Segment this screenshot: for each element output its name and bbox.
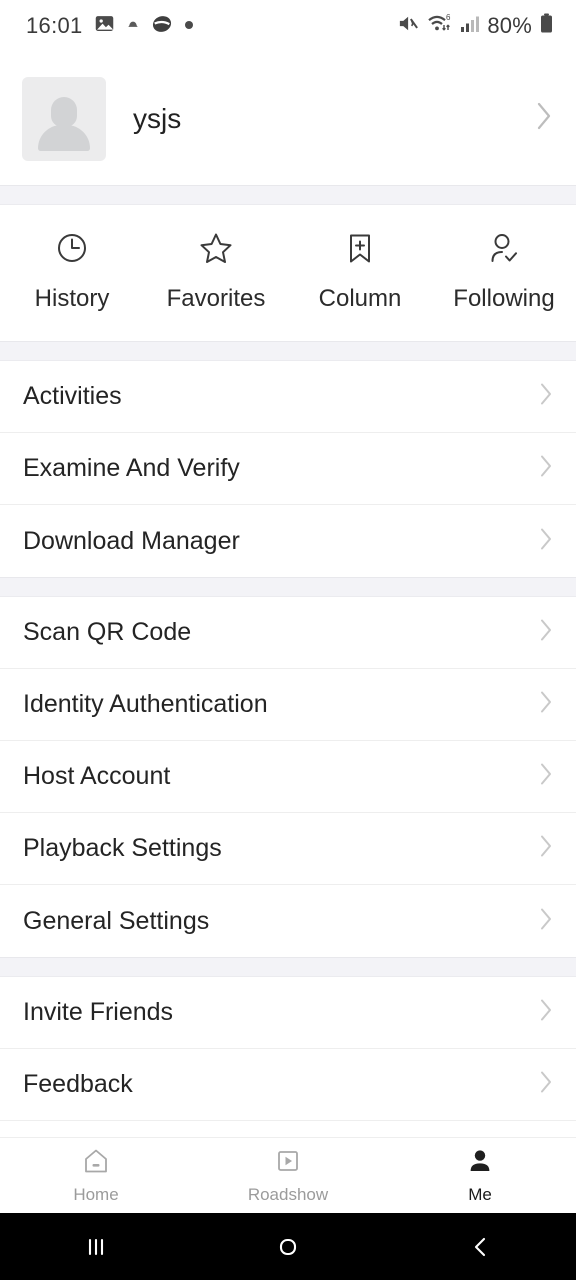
- home-icon: [82, 1146, 110, 1176]
- menu-row-examine-and-verify[interactable]: Examine And Verify: [0, 433, 576, 505]
- section-gap-3: [0, 577, 576, 597]
- menu-row-host-account[interactable]: Host Account: [0, 741, 576, 813]
- menu-row-label: Host Account: [23, 762, 171, 790]
- menu-row-feedback[interactable]: Feedback: [0, 1049, 576, 1121]
- status-bar-clock: 16:01: [26, 13, 83, 38]
- tab-me[interactable]: Me: [384, 1146, 576, 1205]
- menu-row-general-settings[interactable]: General Settings: [0, 885, 576, 957]
- chevron-right-icon: [538, 905, 554, 938]
- recents-icon[interactable]: [0, 1232, 192, 1262]
- chevron-right-icon: [538, 452, 554, 485]
- profile-header[interactable]: ysjs: [0, 52, 576, 185]
- tab-roadshow[interactable]: Roadshow: [192, 1146, 384, 1205]
- star-icon: [198, 231, 234, 265]
- wifi-6-icon: 6: [427, 12, 453, 40]
- oval-app-icon: [151, 13, 173, 40]
- person-filled-icon: [466, 1146, 494, 1176]
- chevron-right-icon: [538, 525, 554, 558]
- tab-label: Roadshow: [247, 1185, 329, 1204]
- status-bar-left: 16:01: [26, 13, 194, 40]
- chevron-right-icon: [538, 380, 554, 413]
- menu-row-download-manager[interactable]: Download Manager: [0, 505, 576, 577]
- person-check-icon: [486, 231, 522, 265]
- profile-username: ysjs: [133, 102, 182, 134]
- menu-row-label: Feedback: [23, 1070, 133, 1098]
- status-bar-right: 6 80%: [397, 12, 554, 40]
- chevron-right-icon: [538, 616, 554, 649]
- tab-label: Me: [468, 1185, 492, 1204]
- home-circle-icon[interactable]: [192, 1232, 384, 1262]
- menu-group-1: Activities Examine And Verify Download M…: [0, 361, 576, 577]
- quick-actions-row: History Favorites Column Following: [0, 205, 576, 341]
- phone-screen: 16:01 6 80% ysjs History Favorites Colum…: [0, 0, 576, 1280]
- section-gap-1: [0, 185, 576, 205]
- chevron-right-icon: [538, 996, 554, 1029]
- menu-group-3: Invite Friends Feedback Language Follow …: [0, 977, 576, 1147]
- menu-row-identity-authentication[interactable]: Identity Authentication: [0, 669, 576, 741]
- avatar-body: [38, 124, 90, 151]
- avatar: [22, 76, 106, 161]
- avatar-head: [51, 96, 77, 127]
- section-gap-4: [0, 957, 576, 977]
- quick-action-column[interactable]: Column: [288, 231, 432, 313]
- menu-row-label: Activities: [23, 382, 122, 410]
- quick-action-favorites[interactable]: Favorites: [144, 231, 288, 313]
- tab-home[interactable]: Home: [0, 1146, 192, 1205]
- back-icon[interactable]: [384, 1232, 576, 1262]
- tab-label: Home: [73, 1185, 119, 1204]
- section-gap-2: [0, 341, 576, 361]
- bookmark-plus-icon: [345, 231, 375, 265]
- menu-row-scan-qr-code[interactable]: Scan QR Code: [0, 597, 576, 669]
- status-bar: 16:01 6 80%: [0, 0, 576, 52]
- menu-row-label: Examine And Verify: [23, 454, 240, 482]
- chevron-right-icon: [538, 832, 554, 865]
- chevron-right-icon: [538, 688, 554, 721]
- quick-action-label: Column: [318, 285, 402, 312]
- chevron-right-icon: [538, 760, 554, 793]
- android-navigation-bar: [0, 1213, 576, 1280]
- svg-text:6: 6: [446, 13, 451, 22]
- menu-row-label: General Settings: [23, 906, 210, 935]
- chevron-right-icon: [534, 99, 554, 138]
- menu-row-label: Invite Friends: [23, 998, 174, 1026]
- dot-icon: [184, 17, 194, 35]
- battery-icon: [539, 12, 554, 40]
- menu-row-label: Download Manager: [23, 526, 240, 555]
- cellular-signal-icon: [460, 12, 480, 40]
- mute-icon: [397, 12, 420, 40]
- menu-row-invite-friends[interactable]: Invite Friends: [0, 977, 576, 1049]
- quick-action-label: History: [34, 285, 110, 312]
- menu-group-2: Scan QR Code Identity Authentication Hos…: [0, 597, 576, 957]
- menu-row-playback-settings[interactable]: Playback Settings: [0, 813, 576, 885]
- play-box-icon: [274, 1146, 302, 1176]
- quick-action-label: Favorites: [166, 285, 266, 312]
- notification-dot-icon: [126, 17, 140, 36]
- menu-row-label: Scan QR Code: [23, 618, 192, 646]
- menu-row-label: Identity Authentication: [23, 690, 268, 718]
- clock-icon: [55, 231, 89, 265]
- battery-percent-label: 80%: [487, 13, 532, 38]
- chevron-right-icon: [538, 1068, 554, 1101]
- quick-action-following[interactable]: Following: [432, 231, 576, 313]
- menu-row-activities[interactable]: Activities: [0, 361, 576, 433]
- quick-action-history[interactable]: History: [0, 231, 144, 313]
- quick-action-label: Following: [453, 285, 555, 312]
- bottom-tab-bar: Home Roadshow Me: [0, 1137, 576, 1213]
- photo-icon: [94, 13, 115, 39]
- menu-row-label: Playback Settings: [23, 834, 222, 862]
